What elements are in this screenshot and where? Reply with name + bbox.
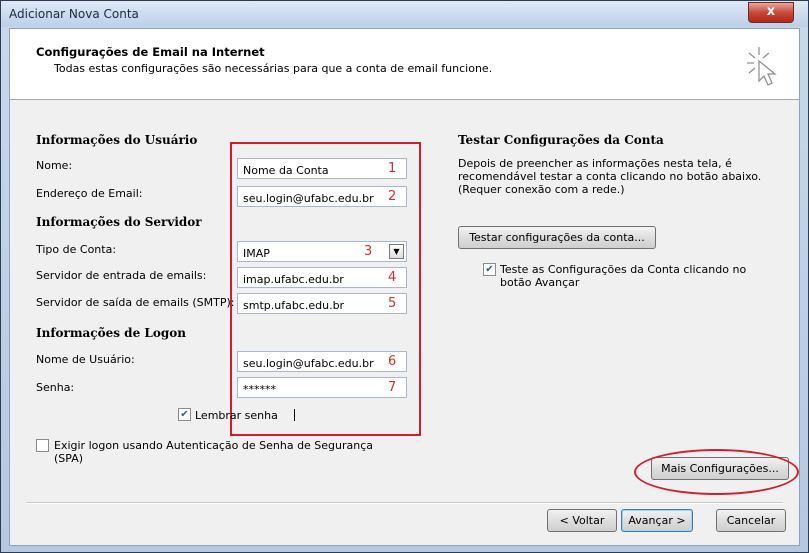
outgoing-server-label: Servidor de saída de emails (SMTP): <box>36 296 235 309</box>
test-description: Depois de preencher as informações nesta… <box>458 157 762 196</box>
username-label: Nome de Usuário: <box>36 353 135 366</box>
incoming-server-label: Servidor de entrada de emails: <box>36 269 207 282</box>
highlight-ellipse <box>634 449 799 495</box>
server-info-heading: Informações do Servidor <box>36 215 202 229</box>
page-subtitle: Todas estas configurações são necessária… <box>54 62 493 75</box>
title-bar[interactable]: Adicionar Nova Conta x <box>1 1 808 27</box>
dialog-client-area: Configurações de Email na Internet Todas… <box>9 28 800 546</box>
spa-label[interactable]: Exigir logon usando Autenticação de Senh… <box>54 439 384 465</box>
test-account-button[interactable]: Testar configurações da conta... <box>458 226 656 249</box>
back-button[interactable]: < Voltar <box>547 509 617 532</box>
test-settings-heading: Testar Configurações da Conta <box>458 133 664 147</box>
wizard-header: Configurações de Email na Internet Todas… <box>10 29 799 100</box>
remember-password-label[interactable]: Lembrar senha <box>195 409 278 422</box>
cancel-button[interactable]: Cancelar <box>716 509 786 532</box>
close-button[interactable]: x <box>748 2 794 23</box>
auto-test-label[interactable]: Teste as Configurações da Conta clicando… <box>500 263 770 289</box>
password-label: Senha: <box>36 381 75 394</box>
auto-test-checkbox[interactable]: ✔ <box>483 263 496 276</box>
wizard-cursor-icon <box>747 47 777 86</box>
page-title: Configurações de Email na Internet <box>36 45 265 59</box>
spa-checkbox[interactable] <box>36 439 49 452</box>
name-label: Nome: <box>36 159 73 172</box>
footer-divider <box>26 502 783 504</box>
account-type-label: Tipo de Conta: <box>36 243 117 256</box>
highlight-rectangle <box>230 142 421 436</box>
add-account-window: Adicionar Nova Conta x Configurações de … <box>0 0 809 553</box>
window-title: Adicionar Nova Conta <box>9 7 139 21</box>
email-label: Endereço de Email: <box>36 187 143 200</box>
remember-password-checkbox[interactable]: ✔ <box>178 408 191 421</box>
logon-info-heading: Informações de Logon <box>36 326 186 340</box>
user-info-heading: Informações do Usuário <box>36 133 198 147</box>
next-button[interactable]: Avançar > <box>621 509 693 532</box>
